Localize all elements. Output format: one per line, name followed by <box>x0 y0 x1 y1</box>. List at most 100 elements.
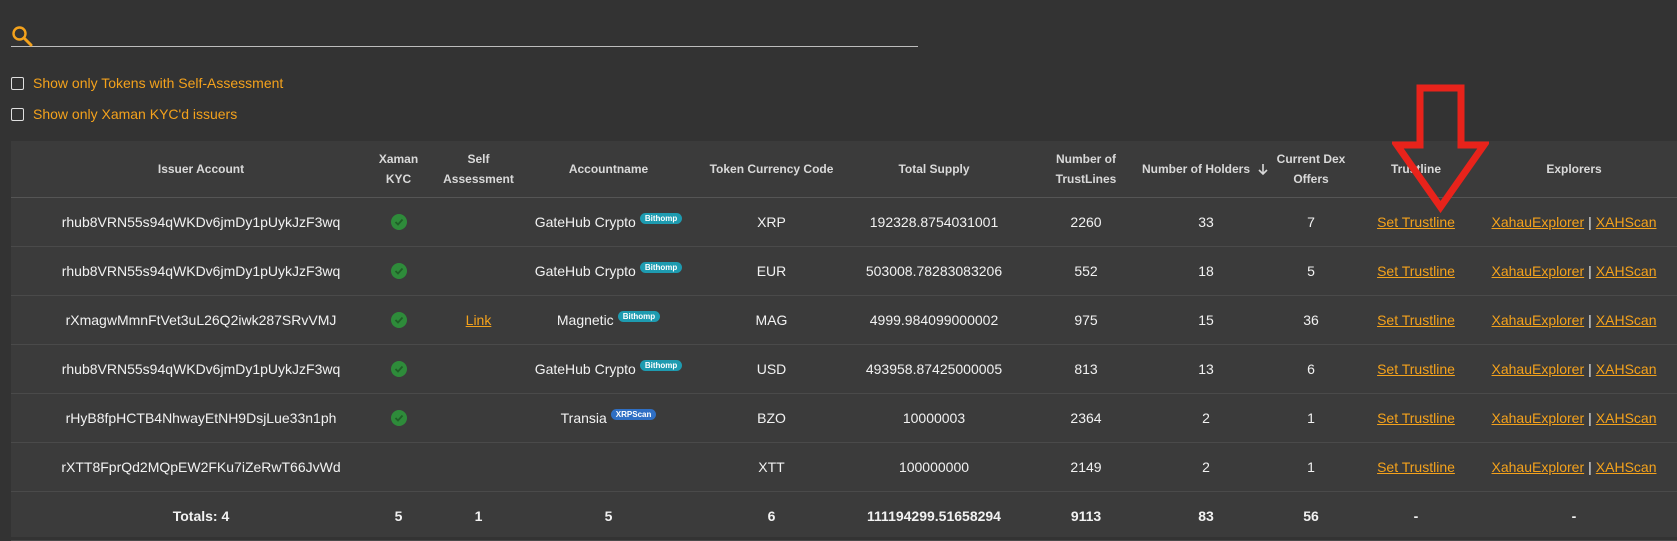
source-badge[interactable]: Bithomp <box>639 212 683 224</box>
filter-kyc[interactable]: Show only Xaman KYC'd issuers <box>11 104 237 124</box>
total-explorers: - <box>1571 508 1577 524</box>
separator: | <box>1588 214 1592 230</box>
total-accountname: 5 <box>604 508 613 524</box>
header-issuer[interactable]: Issuer Account <box>41 141 361 197</box>
source-badge[interactable]: XRPScan <box>610 408 657 420</box>
total-supply: 10000003 <box>902 410 966 426</box>
header-holders[interactable]: Number of Holders <box>1136 141 1276 197</box>
red-down-arrow-icon <box>1392 84 1489 214</box>
currency-code: XRP <box>757 214 786 230</box>
xahau-explorer-link[interactable]: XahauExplorer <box>1492 459 1585 475</box>
issuer-account: rhub8VRN55s94qWKDv6jmDy1pUykJzF3wq <box>61 263 341 279</box>
set-trustline-link[interactable]: Set Trustline <box>1377 459 1455 475</box>
self-assessment-cell <box>431 247 526 295</box>
xahscan-link[interactable]: XAHScan <box>1596 263 1657 279</box>
xahau-explorer-link[interactable]: XahauExplorer <box>1492 312 1585 328</box>
source-badge[interactable]: Bithomp <box>617 310 661 322</box>
xahscan-link[interactable]: XAHScan <box>1596 459 1657 475</box>
set-trustline-link[interactable]: Set Trustline <box>1377 312 1455 328</box>
trustline-count: 2260 <box>1070 214 1102 230</box>
total-trustline: - <box>1413 508 1419 524</box>
total-supply: 100000000 <box>898 459 970 475</box>
total-kyc: 5 <box>394 508 403 524</box>
header-currency[interactable]: Token Currency Code <box>694 141 849 197</box>
table-row: rhub8VRN55s94qWKDv6jmDy1pUykJzF3wq GateHu… <box>11 345 1677 394</box>
table-row: rXTT8FprQd2MQpEW2FKu7iZeRwT66JvWd XTT 1000… <box>11 443 1677 492</box>
check-circle-icon <box>390 214 407 230</box>
trustline-cell: Set Trustline <box>1361 443 1471 491</box>
trustline-cell: Set Trustline <box>1361 296 1471 344</box>
accountname: GateHub Crypto <box>534 263 636 279</box>
table-row: rHyB8fpHCTB4NhwayEtNH9DsjLue33n1ph Transi… <box>11 394 1677 443</box>
header-kyc[interactable]: Xaman KYC <box>366 141 431 197</box>
kyc-cell <box>366 394 431 442</box>
check-circle-icon <box>390 410 407 426</box>
total-trustlines: 9113 <box>1070 508 1102 524</box>
explorers-cell: XahauExplorer | XAHScan <box>1471 198 1677 246</box>
currency-code: XTT <box>758 459 785 475</box>
trustline-count: 813 <box>1074 361 1098 377</box>
xahscan-link[interactable]: XAHScan <box>1596 410 1657 426</box>
holder-count: 15 <box>1198 312 1214 328</box>
table-row: rhub8VRN55s94qWKDv6jmDy1pUykJzF3wq GateHu… <box>11 247 1677 296</box>
xahau-explorer-link[interactable]: XahauExplorer <box>1492 214 1585 230</box>
dex-offers: 1 <box>1307 459 1315 475</box>
self-assessment-cell <box>431 443 526 491</box>
header-offers[interactable]: Current Dex Offers <box>1266 141 1356 197</box>
trustline-cell: Set Trustline <box>1361 247 1471 295</box>
accountname: Transia <box>560 410 607 426</box>
search-icon <box>12 26 33 47</box>
xahau-explorer-link[interactable]: XahauExplorer <box>1492 263 1585 279</box>
currency-code: USD <box>756 361 787 377</box>
separator: | <box>1588 410 1592 426</box>
explorers-cell: XahauExplorer | XAHScan <box>1471 443 1677 491</box>
self-assessment-link[interactable]: Link <box>466 312 492 328</box>
xahscan-link[interactable]: XAHScan <box>1596 312 1657 328</box>
set-trustline-link[interactable]: Set Trustline <box>1377 214 1455 230</box>
source-badge[interactable]: Bithomp <box>639 261 683 273</box>
issuer-account: rXmagwMmnFtVet3uL26Q2iwk287SRvVMJ <box>65 312 337 328</box>
xahau-explorer-link[interactable]: XahauExplorer <box>1492 361 1585 377</box>
header-accountname[interactable]: Accountname <box>521 141 696 197</box>
dex-offers: 36 <box>1303 312 1319 328</box>
header-trustlines-label: Number of TrustLines <box>1055 152 1117 186</box>
search-input[interactable] <box>41 22 915 46</box>
separator: | <box>1588 312 1592 328</box>
issuer-account: rhub8VRN55s94qWKDv6jmDy1pUykJzF3wq <box>61 361 341 377</box>
holder-count: 2 <box>1202 410 1210 426</box>
holder-count: 33 <box>1198 214 1214 230</box>
accountname: Magnetic <box>556 312 614 328</box>
header-explorers[interactable]: Explorers <box>1471 141 1677 197</box>
xahscan-link[interactable]: XAHScan <box>1596 361 1657 377</box>
checkbox-self-assessment[interactable] <box>11 76 24 90</box>
check-circle-icon <box>390 312 407 328</box>
set-trustline-link[interactable]: Set Trustline <box>1377 263 1455 279</box>
xahau-explorer-link[interactable]: XahauExplorer <box>1492 410 1585 426</box>
total-supply: 4999.984099000002 <box>869 312 999 328</box>
separator: | <box>1588 459 1592 475</box>
header-holders-label: Number of Holders <box>1141 162 1250 176</box>
xahscan-link[interactable]: XAHScan <box>1596 214 1657 230</box>
explorers-cell: XahauExplorer | XAHScan <box>1471 345 1677 393</box>
source-badge[interactable]: Bithomp <box>639 359 683 371</box>
kyc-cell <box>366 198 431 246</box>
header-supply[interactable]: Total Supply <box>849 141 1019 197</box>
table-row: rXmagwMmnFtVet3uL26Q2iwk287SRvVMJ Link Mag… <box>11 296 1677 345</box>
accountname-cell: GateHub Crypto Bithomp <box>521 198 696 246</box>
self-assessment-cell <box>431 394 526 442</box>
header-trustlines[interactable]: Number of TrustLines <box>1031 141 1141 197</box>
set-trustline-link[interactable]: Set Trustline <box>1377 361 1455 377</box>
holder-count: 18 <box>1198 263 1214 279</box>
checkbox-kyc[interactable] <box>11 107 24 121</box>
total-self: 1 <box>474 508 483 524</box>
explorers-cell: XahauExplorer | XAHScan <box>1471 247 1677 295</box>
filter-self-assessment[interactable]: Show only Tokens with Self-Assessment <box>11 73 283 93</box>
separator: | <box>1588 361 1592 377</box>
header-self-assessment[interactable]: Self Assessment <box>431 141 526 197</box>
filter-kyc-label[interactable]: Show only Xaman KYC'd issuers <box>33 106 237 122</box>
set-trustline-link[interactable]: Set Trustline <box>1377 410 1455 426</box>
trustline-count: 2149 <box>1070 459 1102 475</box>
filter-self-assessment-label[interactable]: Show only Tokens with Self-Assessment <box>33 75 283 91</box>
kyc-cell <box>366 296 431 344</box>
accountname: GateHub Crypto <box>534 214 636 230</box>
